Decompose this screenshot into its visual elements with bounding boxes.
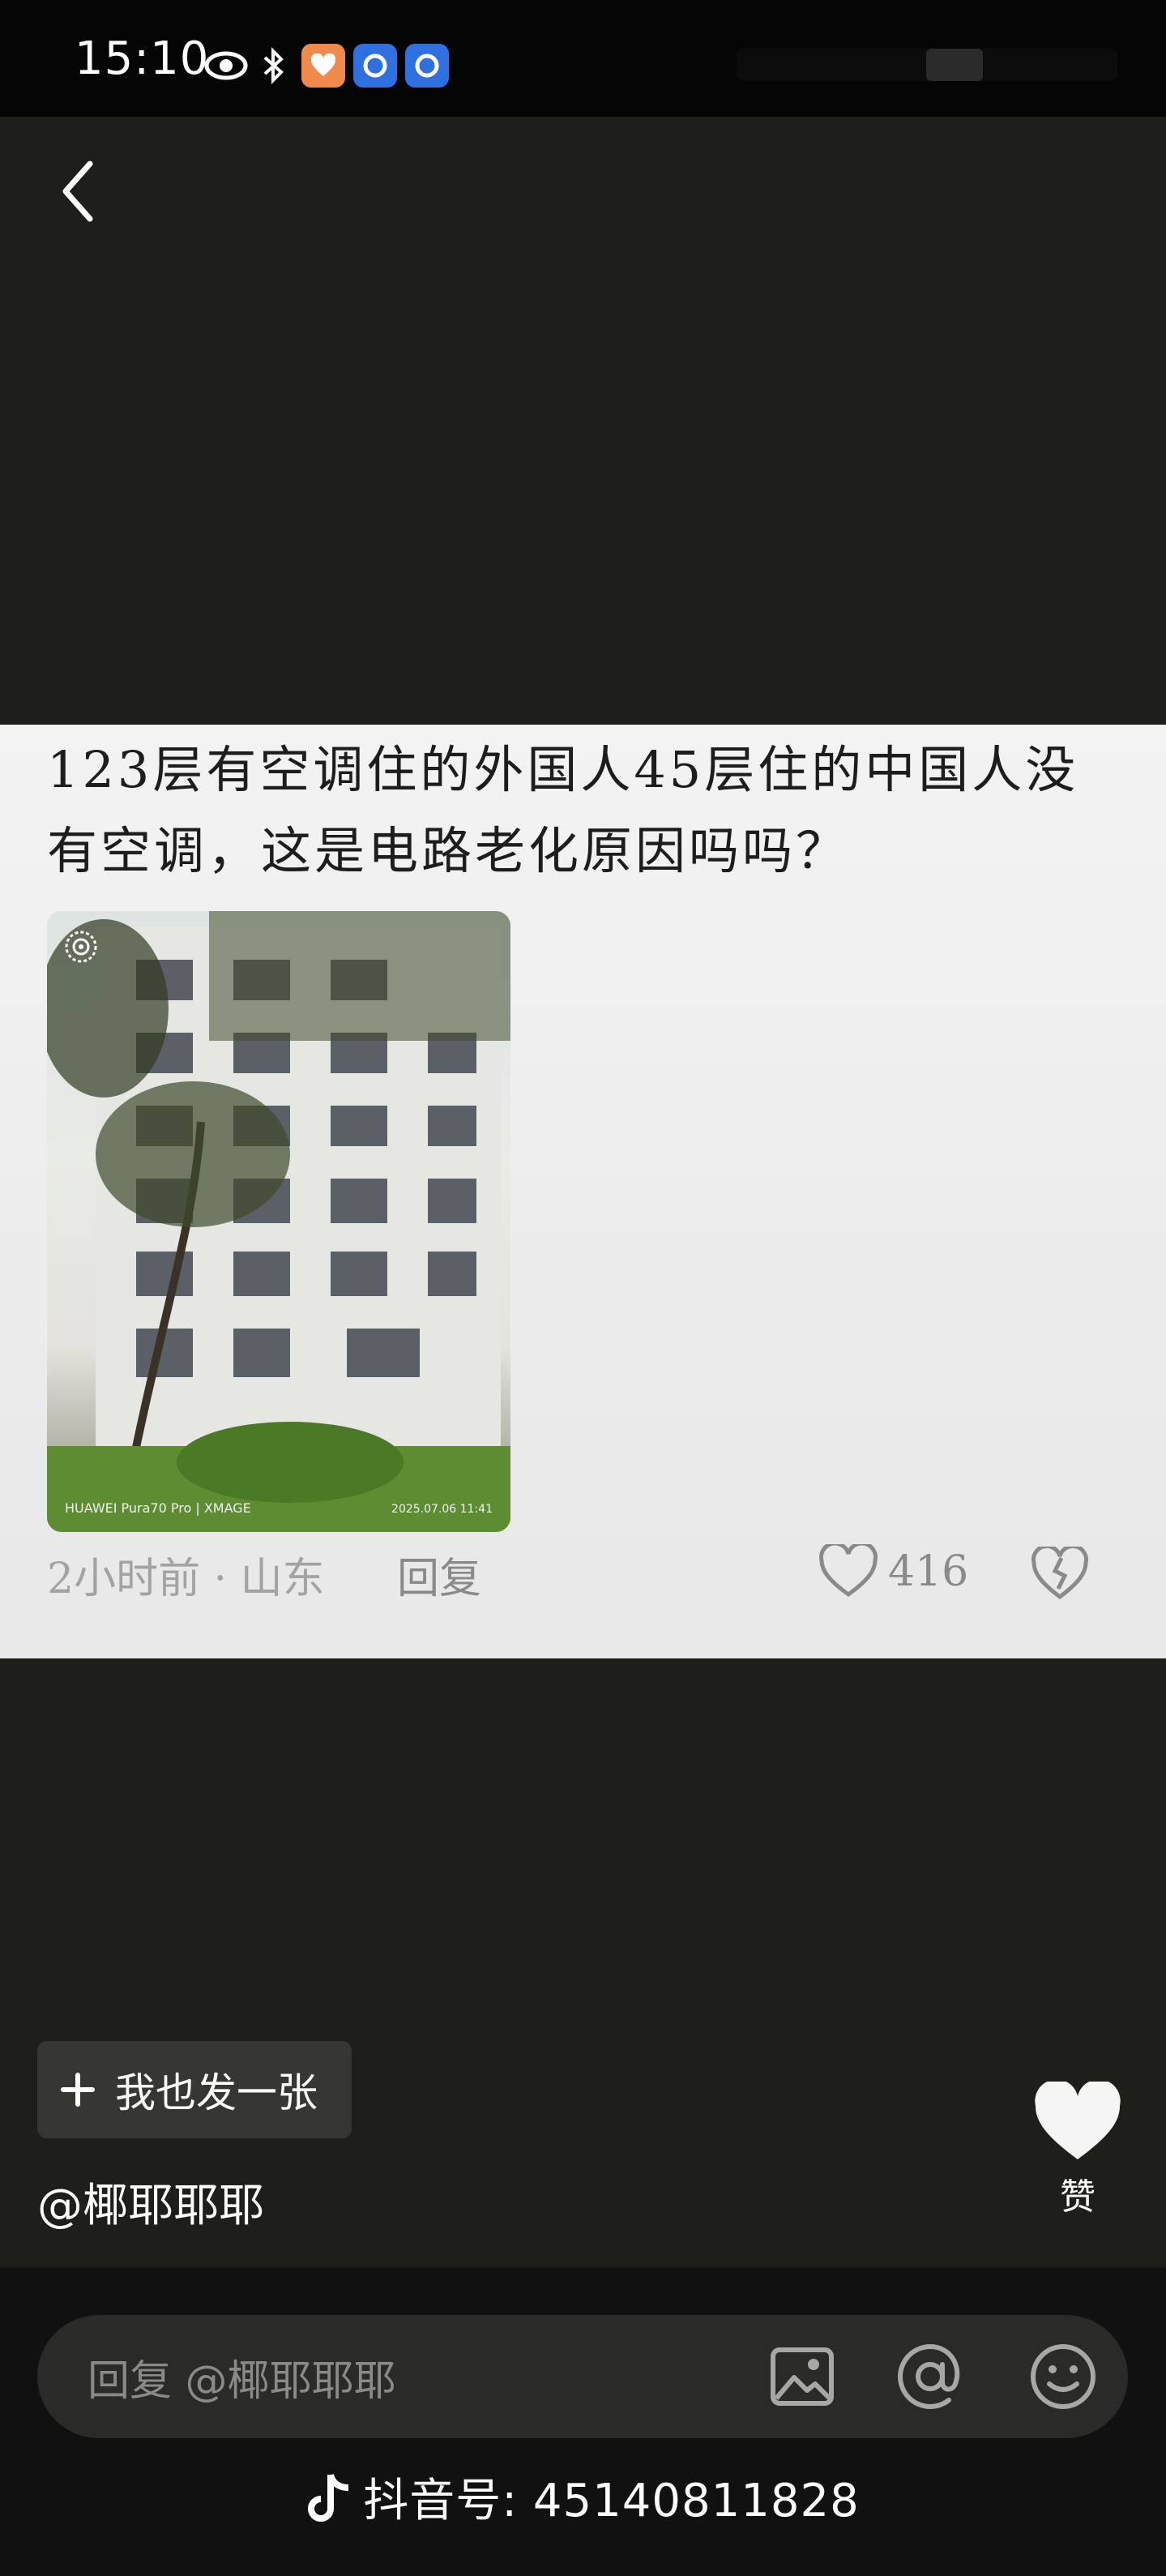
app-ring-icon: [405, 44, 449, 88]
watermark-text: 抖音号: 45140811828: [363, 2475, 860, 2527]
comment-like-button[interactable]: 416: [818, 1544, 968, 1599]
comment-like-count: 416: [888, 1547, 969, 1596]
image-picker-button[interactable]: [763, 2338, 841, 2416]
comment-time-location: 2小时前 · 山东: [47, 1555, 325, 1603]
smiley-icon: [1031, 2344, 1096, 2409]
dislike-button[interactable]: [1031, 1544, 1089, 1605]
broken-heart-icon: [1031, 1544, 1088, 1600]
photo-date-watermark: 2025.07.06 11:41: [391, 1503, 493, 1516]
eye-icon: [204, 44, 248, 88]
heart-filled-icon: [1035, 2082, 1121, 2159]
author-name[interactable]: @椰耶耶耶: [37, 2169, 264, 2235]
reply-placeholder: 回复 @椰耶耶耶: [88, 2356, 396, 2406]
photo-brand-watermark: HUAWEI Pura70 Pro | XMAGE: [65, 1500, 251, 1516]
douyin-watermark: 抖音号: 45140811828: [0, 2464, 1166, 2536]
mention-button[interactable]: [891, 2338, 969, 2416]
post-photo-label: 我也发一张: [115, 2069, 318, 2116]
like-post-button[interactable]: 赞: [1029, 2082, 1126, 2219]
heart-outline-icon: [819, 1544, 878, 1598]
app-ring-icon: [353, 44, 397, 88]
reply-button[interactable]: 回复: [397, 1544, 481, 1605]
emoji-button[interactable]: [1024, 2338, 1102, 2416]
chevron-left-icon: [62, 160, 93, 222]
plus-icon: [61, 2073, 95, 2107]
douyin-logo-icon: [306, 2471, 355, 2536]
building-photo: [47, 911, 510, 1532]
status-time: 15:10: [75, 32, 210, 85]
battery-icon: [926, 49, 983, 81]
like-post-label: 赞: [1060, 2176, 1096, 2218]
app-badge-icon: [301, 44, 345, 88]
live-photo-icon: [63, 929, 99, 965]
post-photo-button[interactable]: 我也发一张: [37, 2041, 352, 2138]
at-icon: [898, 2343, 960, 2409]
back-button[interactable]: [45, 151, 110, 232]
image-icon: [771, 2347, 834, 2406]
comment-photo[interactable]: HUAWEI Pura70 Pro | XMAGE 2025.07.06 11:…: [47, 911, 510, 1532]
comment-text: 123层有空调住的外国人45层住的中国人没有空调，这是电路老化原因吗吗？: [47, 740, 1079, 880]
bluetooth-icon: [258, 44, 290, 88]
